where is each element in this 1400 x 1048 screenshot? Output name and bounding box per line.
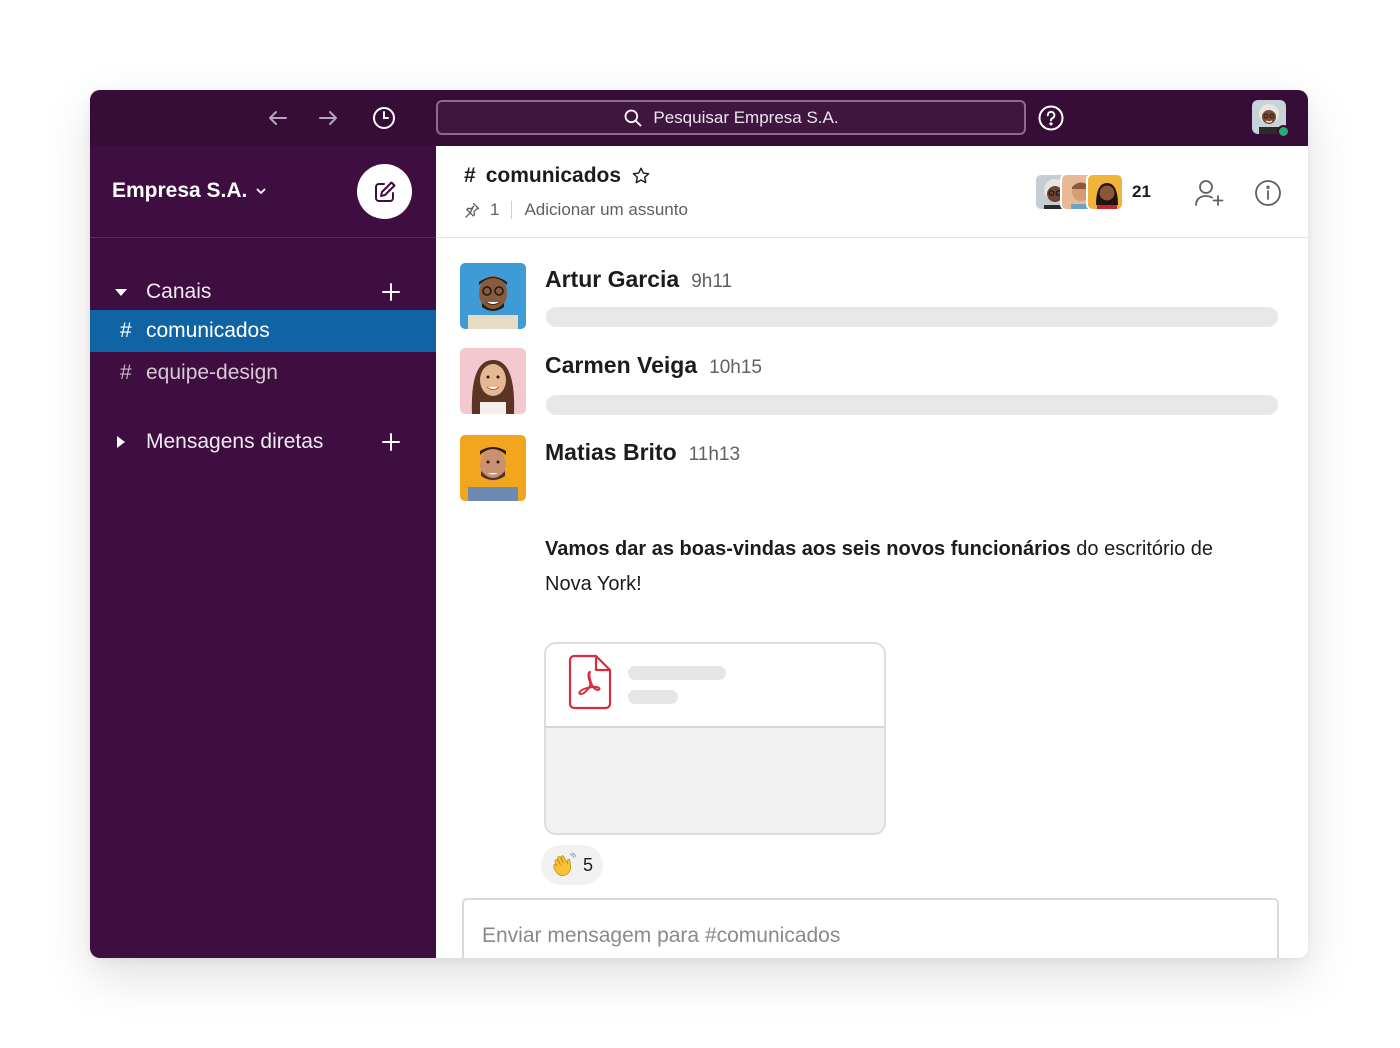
channel-subheader: 1 Adicionar um assunto: [464, 200, 688, 220]
message-header: Carmen Veiga 10h15: [545, 352, 762, 379]
channel-name: comunicados: [146, 319, 270, 342]
timestamp[interactable]: 11h13: [689, 444, 740, 466]
channel-details-button[interactable]: [1254, 179, 1282, 207]
message-placeholder: [546, 395, 1278, 415]
search-bar[interactable]: Pesquisar Empresa S.A.: [436, 100, 1026, 135]
channels-section-header[interactable]: Canais: [90, 272, 436, 312]
clock-icon: [373, 107, 395, 129]
message-composer: Enviar mensagem para #comunicados: [462, 898, 1279, 958]
compose-button[interactable]: [357, 164, 412, 219]
message-text-bold: Vamos dar as boas-vindas aos seis novos …: [545, 538, 1071, 560]
channels-label: Canais: [146, 280, 212, 303]
message-text: Vamos dar as boas-vindas aos seis novos …: [545, 532, 1225, 602]
search-placeholder: Pesquisar Empresa S.A.: [653, 107, 839, 127]
message-header: Matias Brito 11h13: [545, 439, 740, 466]
plus-icon: [382, 283, 400, 301]
workspace-menu[interactable]: Empresa S.A.: [112, 179, 267, 203]
file-attachment[interactable]: [544, 642, 886, 835]
top-bar: Pesquisar Empresa S.A.: [90, 90, 1308, 146]
file-meta-placeholder: [628, 690, 678, 704]
back-button[interactable]: [264, 104, 292, 132]
plus-icon: [382, 433, 400, 451]
avatar[interactable]: [460, 348, 526, 414]
author-name[interactable]: Artur Garcia: [545, 266, 679, 293]
file-title-placeholder: [628, 666, 726, 680]
sidebar-item-comunicados[interactable]: # comunicados: [90, 310, 436, 352]
channel-title[interactable]: # comunicados: [464, 164, 651, 188]
chevron-down-icon: [255, 185, 267, 197]
reaction-count: 5: [582, 854, 593, 875]
member-avatar: [1086, 173, 1124, 211]
channel-header: # comunicados 1 Adicionar um assunto 21: [436, 146, 1308, 238]
sidebar: Empresa S.A. Canais # comunicados # equi…: [90, 146, 436, 958]
member-list-button[interactable]: 21: [1034, 173, 1151, 211]
waving-hand-icon: [551, 852, 577, 878]
arrow-right-icon: [319, 111, 337, 125]
avatar[interactable]: [460, 263, 526, 329]
message-placeholder: [546, 307, 1278, 327]
message-input[interactable]: Enviar mensagem para #comunicados: [482, 924, 840, 948]
channel-title-name: comunicados: [485, 164, 622, 187]
dms-section-header[interactable]: Mensagens diretas: [90, 422, 436, 462]
arrow-left-icon: [269, 111, 287, 125]
channel-name: equipe-design: [146, 361, 278, 384]
caret-down-icon: [114, 285, 128, 299]
question-icon: [1038, 105, 1064, 131]
pdf-icon: [568, 654, 612, 710]
add-topic-link[interactable]: Adicionar um assunto: [524, 200, 687, 220]
sidebar-item-equipe-design[interactable]: # equipe-design: [90, 352, 436, 394]
star-icon[interactable]: [631, 166, 651, 186]
history-button[interactable]: [370, 104, 398, 132]
search-icon: [623, 108, 643, 128]
dms-label: Mensagens diretas: [146, 430, 324, 453]
hash-icon: #: [120, 361, 132, 384]
forward-button[interactable]: [314, 104, 342, 132]
caret-right-icon: [114, 435, 128, 449]
info-icon: [1255, 180, 1281, 206]
hash-icon: #: [464, 164, 476, 187]
add-channel-button[interactable]: [380, 281, 402, 303]
help-button[interactable]: [1038, 105, 1064, 131]
pin-icon[interactable]: [464, 202, 480, 218]
member-count: 21: [1132, 182, 1151, 201]
divider: [511, 201, 513, 219]
file-header: [546, 644, 884, 728]
message-header: Artur Garcia 9h11: [545, 266, 732, 293]
workspace-name: Empresa S.A.: [112, 179, 248, 202]
channel-view: # comunicados 1 Adicionar um assunto 21 …: [436, 146, 1308, 958]
workspace-header: Empresa S.A.: [90, 146, 436, 238]
compose-icon: [374, 181, 395, 202]
timestamp[interactable]: 10h15: [709, 357, 762, 379]
avatar[interactable]: [460, 435, 526, 501]
add-user-icon: [1195, 180, 1224, 206]
hash-icon: #: [120, 319, 132, 342]
pin-count[interactable]: 1: [490, 200, 499, 220]
timestamp[interactable]: 9h11: [691, 271, 732, 293]
author-name[interactable]: Matias Brito: [545, 439, 677, 466]
author-name[interactable]: Carmen Veiga: [545, 352, 697, 379]
add-people-button[interactable]: [1194, 179, 1224, 207]
app-window: Pesquisar Empresa S.A. Empresa S.A. Cana…: [90, 90, 1308, 958]
add-dm-button[interactable]: [380, 431, 402, 453]
presence-indicator: [1277, 125, 1290, 138]
reaction-pill[interactable]: 5: [541, 845, 603, 885]
